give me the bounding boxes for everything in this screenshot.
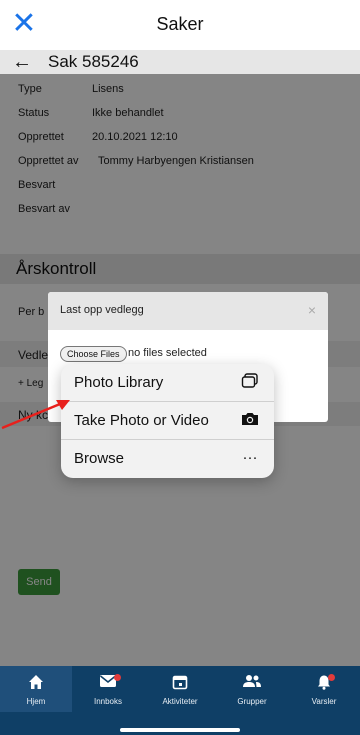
nav-label: Innboks — [93, 697, 123, 706]
menu-item-take-photo[interactable]: Take Photo or Video — [61, 402, 274, 440]
file-status-text: no files selected — [128, 347, 207, 359]
modal-header: Last opp vedlegg × — [48, 292, 328, 330]
camera-icon — [240, 411, 260, 431]
calendar-icon — [144, 674, 216, 694]
bottom-navigation: Hjem Innboks Aktiviteter Grupper Varsler — [0, 666, 360, 735]
home-icon — [0, 674, 72, 694]
nav-item-home[interactable]: Hjem — [0, 666, 72, 712]
bell-icon — [288, 674, 360, 694]
home-indicator[interactable] — [120, 728, 240, 732]
page-title: Saker — [156, 14, 204, 34]
annotation-arrow-icon — [1, 400, 70, 430]
file-picker-menu: Photo Library Take Photo or Video Browse… — [61, 364, 274, 478]
choose-files-button[interactable]: Choose Files — [60, 346, 127, 362]
menu-item-label: Browse — [74, 450, 125, 467]
nav-item-activities[interactable]: Aktiviteter — [144, 674, 216, 706]
nav-item-notifications[interactable]: Varsler — [288, 674, 360, 706]
nav-label: Grupper — [237, 697, 267, 706]
case-bar: ← Sak 585246 — [0, 50, 360, 74]
more-icon: ··· — [242, 449, 258, 466]
menu-item-label: Photo Library — [74, 374, 164, 391]
group-icon — [216, 674, 288, 694]
nav-label: Hjem — [26, 697, 46, 706]
modal-title: Last opp vedlegg — [60, 304, 144, 316]
nav-label: Varsler — [311, 697, 337, 706]
nav-item-inbox[interactable]: Innboks — [72, 674, 144, 706]
menu-item-label: Take Photo or Video — [74, 412, 209, 429]
notifications-badge — [328, 674, 335, 681]
menu-item-photo-library[interactable]: Photo Library — [61, 364, 274, 402]
photo-library-icon — [240, 373, 260, 393]
menu-item-browse[interactable]: Browse ··· — [61, 440, 274, 478]
mail-icon — [72, 674, 144, 694]
nav-label: Aktiviteter — [162, 697, 198, 706]
inbox-badge — [114, 674, 121, 681]
back-arrow-icon[interactable]: ← — [12, 50, 32, 74]
nav-item-groups[interactable]: Grupper — [216, 674, 288, 706]
case-title: Sak 585246 — [48, 52, 139, 71]
modal-close-icon[interactable]: × — [308, 302, 316, 318]
top-bar: ✕ Saker — [0, 0, 360, 50]
